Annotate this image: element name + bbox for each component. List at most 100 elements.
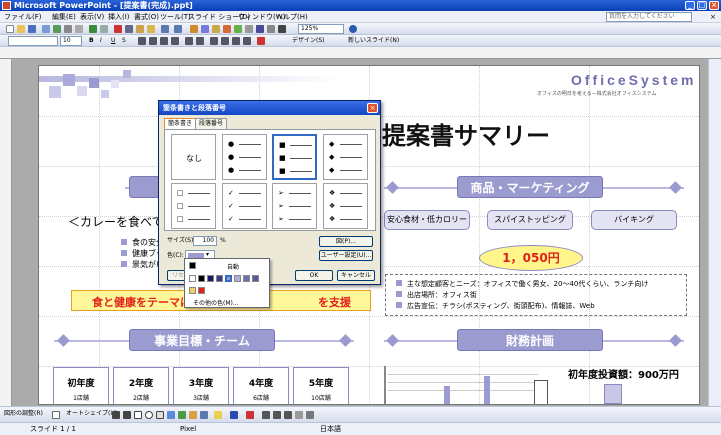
vertical-ruler[interactable]: [0, 59, 12, 406]
right-bullets-textbox[interactable]: 主な想定顧客とニーズ：オフィスで働く男女、20～40代くらい、ランチ向け 出店場…: [385, 274, 687, 316]
swatch-indigo[interactable]: [216, 275, 223, 282]
font-color-icon[interactable]: [257, 37, 265, 45]
underline-button[interactable]: U: [111, 36, 115, 46]
marketing-section-title[interactable]: 商品・マーケティング: [457, 176, 603, 198]
help-icon[interactable]: [349, 25, 357, 33]
maximize-button[interactable]: □: [697, 1, 707, 10]
goals-section-title[interactable]: 事業目標・チーム: [129, 329, 275, 351]
menu-tools[interactable]: ツール(T): [160, 12, 191, 22]
rectangle-icon[interactable]: [134, 411, 142, 419]
italic-button[interactable]: I: [100, 36, 102, 46]
align-right-icon[interactable]: [160, 37, 168, 45]
swatch-slate[interactable]: [252, 275, 259, 282]
menu-view[interactable]: 表示(V): [80, 12, 104, 22]
line-style-icon[interactable]: [262, 411, 270, 419]
menu-insert[interactable]: 挿入(I): [108, 12, 130, 22]
permission-icon[interactable]: [42, 25, 50, 33]
distribute-icon[interactable]: [171, 37, 179, 45]
research-icon[interactable]: [100, 25, 108, 33]
copy-icon[interactable]: [125, 25, 133, 33]
bullet-option-star[interactable]: ❖ ❖ ❖: [323, 183, 368, 229]
swatch-black[interactable]: [198, 275, 205, 282]
shadow-style-icon[interactable]: [295, 411, 303, 419]
bullet-option-diamond[interactable]: ◆ ◆ ◆: [323, 134, 368, 180]
customize-button[interactable]: ユーザー設定(U)...: [319, 250, 373, 261]
year-box-4[interactable]: 4年度 6店舗: [233, 367, 289, 404]
menu-format[interactable]: 書式(O): [134, 12, 159, 22]
swatch-navy[interactable]: [207, 275, 214, 282]
increase-indent-icon[interactable]: [243, 37, 251, 45]
size-input[interactable]: 100: [193, 236, 217, 246]
grid-icon[interactable]: [267, 25, 275, 33]
save-icon[interactable]: [28, 25, 36, 33]
decrease-indent-icon[interactable]: [232, 37, 240, 45]
bullet-option-arrow[interactable]: ➢ ➢ ➢: [272, 183, 317, 229]
bullet-option-hollow-square[interactable]: □ □ □: [171, 183, 216, 229]
arrow-icon[interactable]: [123, 411, 131, 419]
diagram-icon-draw[interactable]: [178, 411, 186, 419]
dialog-close-button[interactable]: ×: [367, 103, 378, 113]
powerpoint-app-icon[interactable]: [2, 1, 11, 10]
doc-close-icon[interactable]: ×: [710, 12, 716, 22]
tab-numbering[interactable]: 段落番号: [195, 118, 228, 129]
down-arrow-shape[interactable]: [604, 384, 622, 404]
align-left-icon[interactable]: [138, 37, 146, 45]
more-colors-link[interactable]: その他の色(M)...: [193, 298, 239, 307]
oval-icon[interactable]: [145, 411, 153, 419]
email-icon[interactable]: [53, 25, 61, 33]
expand-icon[interactable]: [245, 25, 253, 33]
font-size-select[interactable]: 10: [60, 36, 82, 46]
dash-style-icon[interactable]: [273, 411, 281, 419]
insert-table-icon[interactable]: [201, 25, 209, 33]
autoshapes-button[interactable]: オートシェイプ(U): [66, 409, 117, 419]
tag-spice-topping[interactable]: スパイストッピング: [487, 210, 573, 230]
new-icon[interactable]: [6, 25, 14, 33]
menu-edit[interactable]: 編集(E): [52, 12, 76, 22]
clipart-icon[interactable]: [189, 411, 197, 419]
cut-icon[interactable]: [114, 25, 122, 33]
textbox-icon[interactable]: [156, 411, 164, 419]
bullet-option-square-selected[interactable]: ■ ■ ■: [272, 134, 317, 180]
diagram-icon[interactable]: [234, 25, 242, 33]
swatch-red[interactable]: [198, 287, 205, 294]
font-color-draw-icon[interactable]: [246, 411, 254, 419]
increase-font-icon[interactable]: [210, 37, 218, 45]
fill-color-icon[interactable]: [214, 411, 222, 419]
swatch-periwinkle[interactable]: [243, 275, 250, 282]
horizontal-ruler[interactable]: [0, 47, 721, 59]
swatch-automatic[interactable]: [189, 262, 196, 269]
investment-text[interactable]: 初年度投資額：900万円: [568, 366, 679, 381]
bullet-color-popup[interactable]: 自動 その他の色(M)...: [184, 258, 270, 308]
finance-mini-chart[interactable]: [384, 366, 548, 404]
insert-picture-icon[interactable]: [223, 25, 231, 33]
line-icon[interactable]: [112, 411, 120, 419]
color-grayscale-icon[interactable]: [278, 25, 286, 33]
year-box-3[interactable]: 3年度 3店舗: [173, 367, 229, 404]
bullet-option-check[interactable]: ✓ ✓ ✓: [222, 183, 267, 229]
minimize-button[interactable]: _: [685, 1, 695, 10]
year-box-5[interactable]: 5年度 10店舗: [293, 367, 349, 404]
tag-buffet[interactable]: バイキング: [591, 210, 677, 230]
bullets-icon[interactable]: [196, 37, 204, 45]
vertical-scrollbar[interactable]: [708, 59, 721, 406]
tables-borders-icon[interactable]: [212, 25, 220, 33]
tab-bullets[interactable]: 箇条書き: [164, 118, 197, 129]
zoom-select[interactable]: 125%: [298, 24, 344, 34]
menu-help[interactable]: ヘルプ(H): [276, 12, 308, 22]
finance-section-title[interactable]: 財務計画: [457, 329, 603, 351]
3d-style-icon[interactable]: [306, 411, 314, 419]
arrow-style-icon[interactable]: [284, 411, 292, 419]
redo-icon[interactable]: [174, 25, 182, 33]
bullet-option-none[interactable]: なし: [171, 134, 216, 180]
swatch-lavender-selected[interactable]: [225, 275, 232, 282]
picture-icon[interactable]: [200, 411, 208, 419]
line-color-icon[interactable]: [230, 411, 238, 419]
year-box-1[interactable]: 初年度 1店舗: [53, 367, 109, 404]
format-painter-icon[interactable]: [147, 25, 155, 33]
show-formatting-icon[interactable]: [256, 25, 264, 33]
draw-menu-button[interactable]: 図形の調整(R): [4, 409, 43, 419]
ok-button[interactable]: OK: [295, 270, 333, 281]
cancel-button[interactable]: キャンセル: [337, 270, 375, 281]
new-slide-button[interactable]: 新しいスライド(N): [348, 36, 399, 46]
bullet-option-dot[interactable]: ● ● ●: [222, 134, 267, 180]
